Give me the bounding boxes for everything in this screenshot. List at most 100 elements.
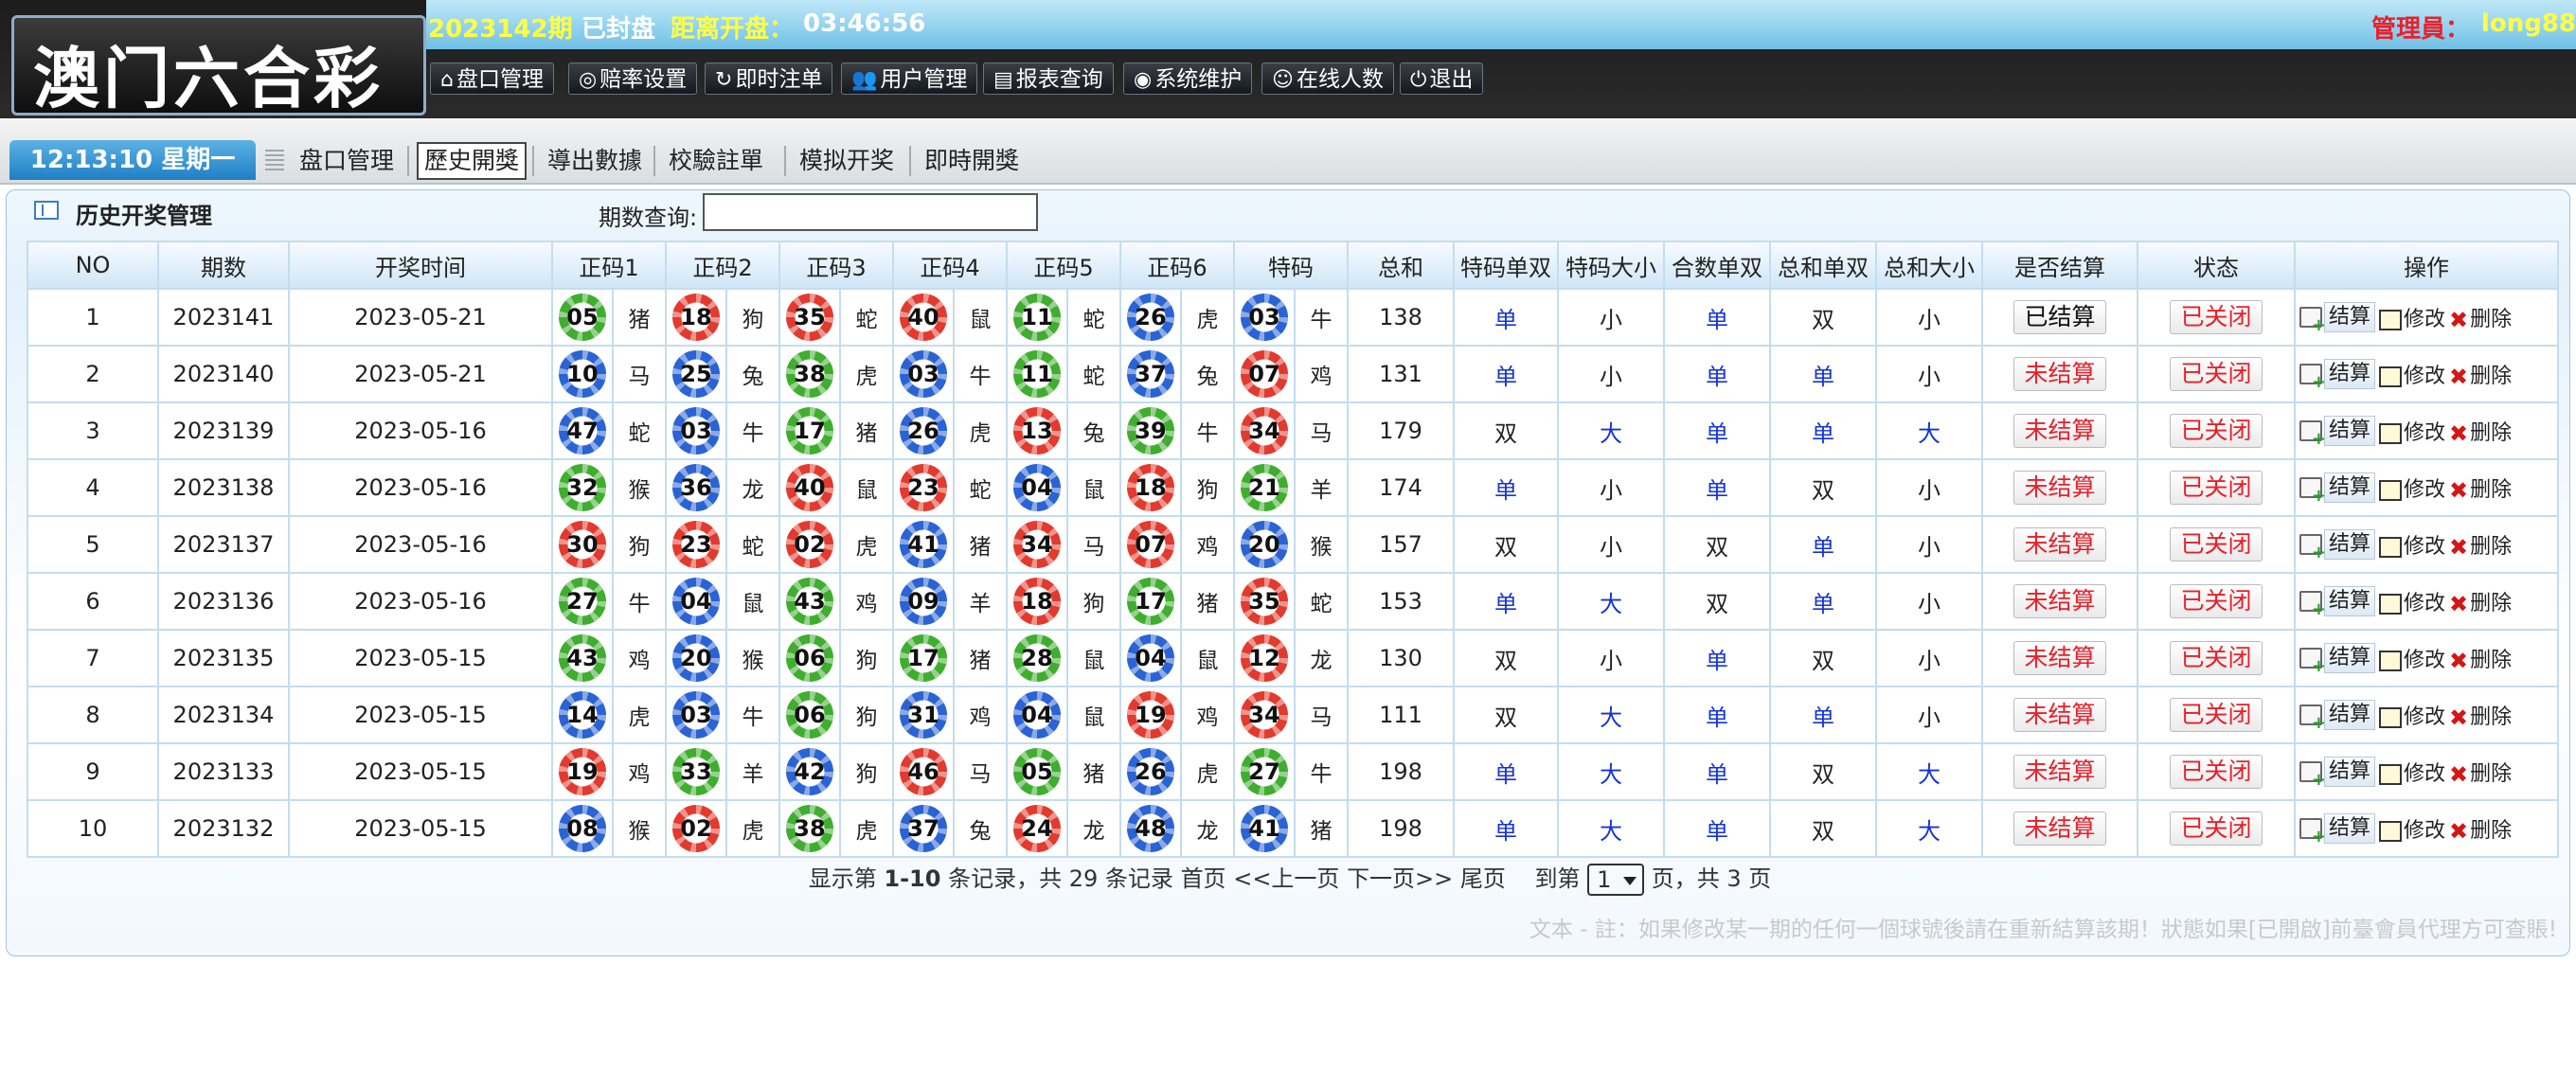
edit-action[interactable]: 修改 bbox=[2379, 359, 2445, 389]
delete-action[interactable]: ✖删除 bbox=[2449, 302, 2512, 332]
ball-number: 04 bbox=[1135, 645, 1167, 671]
delete-action[interactable]: ✖删除 bbox=[2449, 643, 2512, 673]
settle-status-button[interactable]: 未结算 bbox=[2013, 414, 2106, 448]
prev-page-link[interactable]: <<上一页 bbox=[1233, 865, 1339, 892]
settle-action[interactable]: 结算 bbox=[2299, 302, 2376, 335]
tab-3[interactable]: 導出數據 bbox=[542, 142, 648, 180]
nav-button-6[interactable]: ◉ 系统维护 bbox=[1123, 62, 1253, 95]
ball-zodiac: 牛 bbox=[725, 401, 780, 460]
tab-5[interactable]: 模拟开奖 bbox=[794, 142, 900, 180]
operations-cell: 结算 修改✖删除 bbox=[2294, 799, 2559, 858]
settle-action[interactable]: 结算 bbox=[2299, 700, 2376, 733]
settle-status-button[interactable]: 未结算 bbox=[2013, 811, 2106, 846]
edit-action[interactable]: 修改 bbox=[2379, 473, 2445, 503]
delete-action[interactable]: ✖删除 bbox=[2449, 359, 2512, 389]
settle-action[interactable]: 结算 bbox=[2299, 473, 2376, 506]
settle-status-button[interactable]: 未结算 bbox=[2013, 357, 2106, 391]
ball-cell: 32 bbox=[551, 458, 614, 517]
ball-number: 25 bbox=[680, 361, 712, 387]
state-button[interactable]: 已关闭 bbox=[2170, 755, 2263, 789]
pages-text: 页，共 3 页 bbox=[1651, 865, 1772, 892]
edit-action[interactable]: 修改 bbox=[2379, 757, 2445, 787]
settle-action[interactable]: 结算 bbox=[2299, 586, 2376, 619]
nav-button-3[interactable]: ↻ 即时注单 bbox=[705, 62, 833, 95]
tab-6[interactable]: 即時開獎 bbox=[919, 142, 1025, 180]
state-button[interactable]: 已关闭 bbox=[2170, 471, 2263, 505]
state-button[interactable]: 已关闭 bbox=[2170, 811, 2263, 846]
nav-button-1[interactable]: ⌂ 盘口管理 bbox=[430, 62, 554, 95]
state-button[interactable]: 已关闭 bbox=[2170, 300, 2263, 334]
state-button[interactable]: 已关闭 bbox=[2170, 641, 2263, 675]
edit-action[interactable]: 修改 bbox=[2379, 643, 2445, 673]
edit-action[interactable]: 修改 bbox=[2379, 700, 2445, 730]
ball-cell: 33 bbox=[665, 742, 727, 801]
settle-status-button[interactable]: 未结算 bbox=[2013, 641, 2106, 675]
settle-status-button[interactable]: 未结算 bbox=[2013, 755, 2106, 789]
state-button[interactable]: 已关闭 bbox=[2170, 414, 2263, 448]
state-button[interactable]: 已关闭 bbox=[2170, 527, 2263, 562]
nav-button-4[interactable]: 👥 用户管理 bbox=[841, 62, 978, 95]
lottery-ball: 04 bbox=[1013, 691, 1061, 739]
lottery-ball: 04 bbox=[1013, 464, 1061, 511]
settle-status-button[interactable]: 已结算 bbox=[2013, 300, 2106, 334]
last-page-link[interactable]: 尾页 bbox=[1460, 865, 1506, 892]
row-sum: 198 bbox=[1347, 799, 1455, 858]
period-query-input[interactable] bbox=[703, 193, 1038, 231]
column-header: 正码1 bbox=[551, 241, 667, 290]
page-select[interactable]: 1 bbox=[1587, 864, 1645, 896]
nav-button-7[interactable]: ☺ 在线人数 bbox=[1261, 62, 1394, 95]
row-number: 2 bbox=[27, 345, 159, 403]
special-odd-even: 单 bbox=[1453, 799, 1559, 858]
delete-action[interactable]: ✖删除 bbox=[2449, 416, 2512, 446]
settle-action[interactable]: 结算 bbox=[2299, 529, 2376, 562]
ball-cell: 17 bbox=[1119, 572, 1182, 631]
edit-action[interactable]: 修改 bbox=[2379, 416, 2445, 446]
delete-action[interactable]: ✖删除 bbox=[2449, 757, 2512, 787]
ball-cell: 34 bbox=[1006, 515, 1068, 574]
settle-status-button[interactable]: 未结算 bbox=[2013, 584, 2106, 618]
nav-label: 即时注单 bbox=[735, 67, 823, 92]
first-page-link[interactable]: 首页 bbox=[1181, 865, 1226, 892]
total-big-small: 小 bbox=[1875, 686, 1983, 744]
delete-action[interactable]: ✖删除 bbox=[2449, 700, 2512, 730]
settle-icon bbox=[2299, 307, 2326, 335]
delete-action[interactable]: ✖删除 bbox=[2449, 586, 2512, 616]
countdown-timer: 03:46:56 bbox=[803, 9, 926, 38]
nav-button-8[interactable]: ⏻ 退出 bbox=[1400, 62, 1484, 95]
ball-number: 03 bbox=[1248, 304, 1280, 330]
settle-status-button[interactable]: 未结算 bbox=[2013, 527, 2106, 562]
edit-action[interactable]: 修改 bbox=[2379, 586, 2445, 616]
settle-action[interactable]: 结算 bbox=[2299, 643, 2376, 676]
edit-action[interactable]: 修改 bbox=[2379, 813, 2445, 844]
delete-action[interactable]: ✖删除 bbox=[2449, 529, 2512, 560]
ball-cell: 24 bbox=[1006, 799, 1068, 858]
nav-button-5[interactable]: ▤ 报表查询 bbox=[983, 62, 1114, 95]
ball-number: 26 bbox=[1135, 758, 1167, 785]
settle-action[interactable]: 结算 bbox=[2299, 359, 2376, 392]
row-sum: 131 bbox=[1347, 345, 1455, 403]
state-button[interactable]: 已关闭 bbox=[2170, 357, 2263, 391]
state-button[interactable]: 已关闭 bbox=[2170, 584, 2263, 618]
ball-number: 18 bbox=[1021, 588, 1053, 615]
tab-2[interactable]: 歷史開獎 bbox=[417, 142, 528, 180]
row-draw-date: 2023-05-15 bbox=[288, 742, 553, 801]
settle-status-button[interactable]: 未结算 bbox=[2013, 698, 2106, 732]
refresh-icon: ↻ bbox=[715, 68, 733, 92]
state-cell: 已关闭 bbox=[2137, 799, 2296, 858]
tab-4[interactable]: 校驗註單 bbox=[663, 142, 769, 180]
tab-1[interactable]: 盘口管理 bbox=[294, 142, 400, 180]
delete-action[interactable]: ✖删除 bbox=[2449, 813, 2512, 844]
ball-zodiac: 鸡 bbox=[839, 572, 894, 631]
nav-button-2[interactable]: ◎ 赔率设置 bbox=[568, 62, 698, 95]
edit-action[interactable]: 修改 bbox=[2379, 302, 2445, 332]
settle-action[interactable]: 结算 bbox=[2299, 757, 2376, 790]
state-button[interactable]: 已关闭 bbox=[2170, 698, 2263, 732]
settle-status-button[interactable]: 未结算 bbox=[2013, 471, 2106, 505]
delete-action[interactable]: ✖删除 bbox=[2449, 473, 2512, 503]
admin-name[interactable]: long88 bbox=[2481, 9, 2576, 38]
composite-odd-even: 双 bbox=[1663, 515, 1771, 574]
next-page-link[interactable]: 下一页>> bbox=[1347, 865, 1453, 892]
settle-action[interactable]: 结算 bbox=[2299, 813, 2376, 847]
settle-action[interactable]: 结算 bbox=[2299, 416, 2376, 449]
edit-action[interactable]: 修改 bbox=[2379, 529, 2445, 560]
